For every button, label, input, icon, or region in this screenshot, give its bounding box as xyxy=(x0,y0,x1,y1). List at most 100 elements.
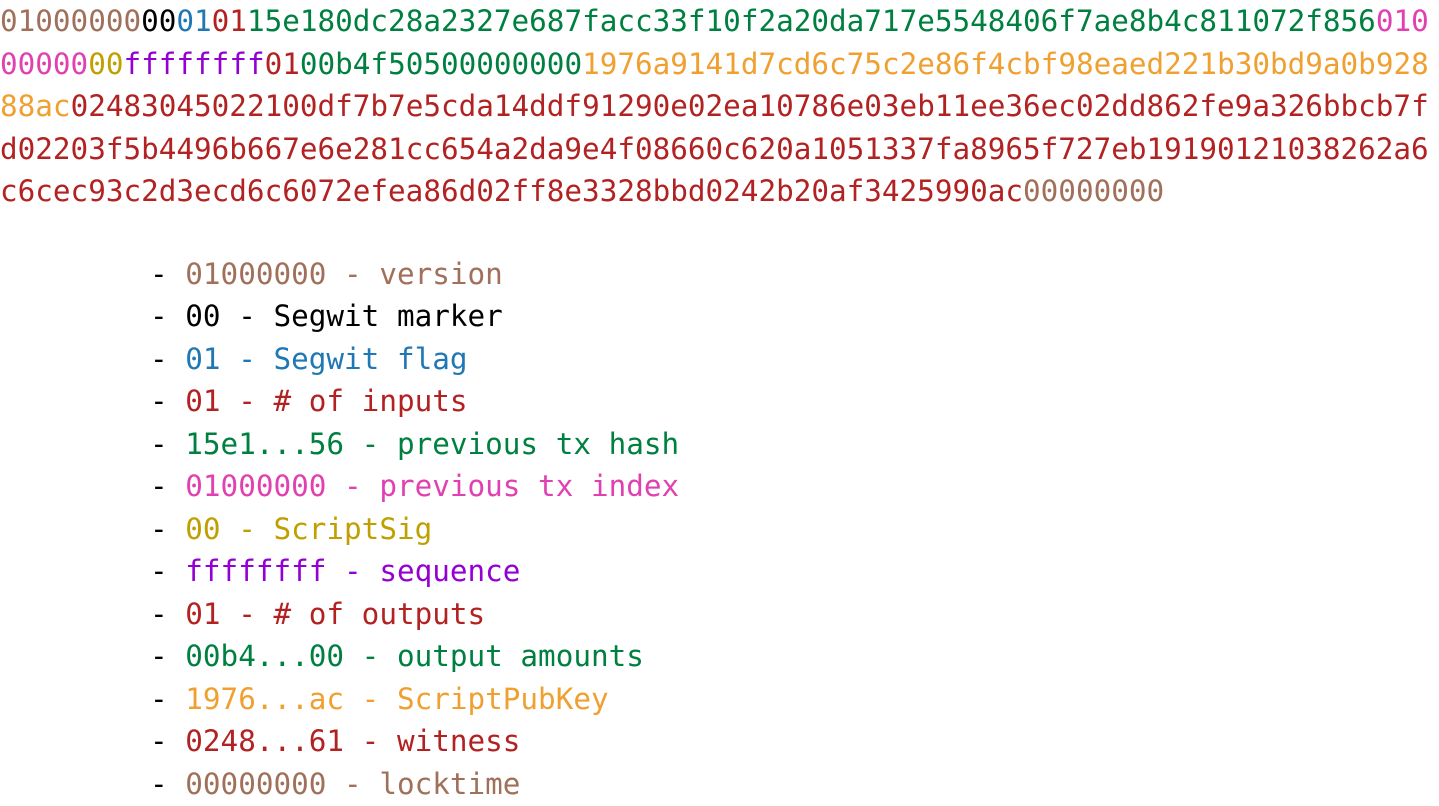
legend-item: - 01 - Segwit flag xyxy=(150,338,679,381)
legend-code: 00000000 xyxy=(185,766,327,801)
legend-item: - 00000000 - locktime xyxy=(150,763,679,806)
legend-label: # of outputs xyxy=(273,596,486,631)
legend-code: ffffffff xyxy=(185,554,327,588)
legend-entry: 01000000 - previous tx index xyxy=(185,469,679,503)
legend-separator: - xyxy=(344,639,397,673)
hex-line: d02203f5b4496b667e6e281cc654a2da9e4f0866… xyxy=(0,128,1439,171)
legend-code: 00 xyxy=(185,511,221,546)
legend-entry: 01 - # of inputs xyxy=(185,384,467,418)
hex-segment: d02203f5b4496b667e6e281cc654a2da9e4f0866… xyxy=(0,131,1429,166)
legend-item: - 01000000 - previous tx index xyxy=(150,465,679,508)
bullet-dash: - xyxy=(150,384,186,418)
hex-segment: 02483045022100df7b7e5cda14ddf91290e02ea1… xyxy=(70,89,1429,123)
hex-segment: 010 xyxy=(1375,4,1429,38)
hex-line: 0100000000010115e180dc28a2327e687facc33f… xyxy=(0,0,1439,43)
legend-separator: - xyxy=(220,596,274,631)
legend-entry: 00b4...00 - output amounts xyxy=(185,639,644,673)
legend-item: - 01 - # of inputs xyxy=(150,380,679,423)
bullet-dash: - xyxy=(150,596,186,631)
legend-separator: - xyxy=(220,384,274,418)
legend-entry: 0248...61 - witness xyxy=(185,724,520,758)
legend-label: output amounts xyxy=(396,639,644,673)
bullet-dash: - xyxy=(150,469,186,503)
legend-item: - ffffffff - sequence xyxy=(150,550,679,593)
hex-line: 0000000ffffffff0100b4f505000000001976a91… xyxy=(0,43,1439,86)
hex-segment: 01 xyxy=(176,4,212,38)
legend-separator: - xyxy=(220,341,274,376)
legend-item: - 0248...61 - witness xyxy=(150,720,679,763)
legend-code: 0248...61 xyxy=(185,724,345,758)
bullet-dash: - xyxy=(150,639,186,673)
legend-code: 01 xyxy=(185,384,221,418)
bullet-dash: - xyxy=(150,681,186,716)
legend-label: Segwit flag xyxy=(273,341,468,376)
legend-item: - 00 - ScriptSig xyxy=(150,508,679,551)
legend-separator: - xyxy=(326,554,380,588)
legend-code: 00b4...00 xyxy=(185,639,345,673)
legend-code: 15e1...56 xyxy=(185,426,345,461)
legend-item: - 01000000 - version xyxy=(150,253,679,296)
legend-separator: - xyxy=(220,299,274,333)
legend-separator: - xyxy=(326,469,380,503)
legend-code: 01 xyxy=(185,341,221,376)
hex-segment: 00b4f50500000000 xyxy=(299,46,583,81)
hex-segment: ffffffff xyxy=(123,46,265,81)
legend-label: Segwit marker xyxy=(273,299,503,333)
legend-label: previous tx index xyxy=(379,469,680,503)
hex-segment: 01 xyxy=(264,46,300,81)
legend-entry: 01000000 - version xyxy=(185,257,503,291)
hex-segment: 15e180dc28a2327e687facc33f10f2a20da717e5… xyxy=(246,4,1376,38)
raw-transaction-hex: 0100000000010115e180dc28a2327e687facc33f… xyxy=(0,0,1439,213)
legend-separator: - xyxy=(220,511,274,546)
bullet-dash: - xyxy=(150,554,186,588)
legend-item: - 1976...ac - ScriptPubKey xyxy=(150,678,679,721)
legend-entry: 01 - Segwit flag xyxy=(185,342,467,376)
legend-entry: 15e1...56 - previous tx hash xyxy=(185,427,679,461)
hex-segment: 00000 xyxy=(0,46,89,81)
hex-segment: 1976a9141d7cd6c75c2e86f4cbf98eaed221b30b… xyxy=(582,46,1429,81)
bullet-dash: - xyxy=(150,426,186,461)
legend-item: - 00b4...00 - output amounts xyxy=(150,635,679,678)
hex-segment: c6cec93c2d3ecd6c6072efea86d02ff8e3328bbd… xyxy=(0,174,1024,208)
legend-entry: 00000000 - locktime xyxy=(185,767,520,801)
hex-line: c6cec93c2d3ecd6c6072efea86d02ff8e3328bbd… xyxy=(0,170,1439,213)
legend-entry: ffffffff - sequence xyxy=(185,554,520,588)
field-legend: - 01000000 - version - 00 - Segwit marker… xyxy=(150,253,679,806)
legend-separator: - xyxy=(344,426,397,461)
legend-code: 01000000 xyxy=(185,469,327,503)
bullet-dash: - xyxy=(150,299,186,333)
legend-label: previous tx hash xyxy=(396,426,680,461)
legend-entry: 00 - ScriptSig xyxy=(185,512,432,546)
legend-entry: 1976...ac - ScriptPubKey xyxy=(185,682,608,716)
legend-label: sequence xyxy=(379,554,521,588)
hex-segment: 01000000 xyxy=(0,4,142,38)
legend-item: - 00 - Segwit marker xyxy=(150,295,679,338)
legend-label: # of inputs xyxy=(273,384,468,418)
bullet-dash: - xyxy=(150,256,186,291)
hex-segment: 00 xyxy=(141,4,177,38)
hex-segment: 88ac xyxy=(0,89,71,123)
legend-label: version xyxy=(379,256,503,291)
legend-entry: 01 - # of outputs xyxy=(185,597,485,631)
bullet-dash: - xyxy=(150,724,186,758)
hex-segment: 01 xyxy=(211,4,247,38)
hex-segment: 00 xyxy=(88,46,124,81)
legend-entry: 00 - Segwit marker xyxy=(185,299,503,333)
legend-separator: - xyxy=(344,681,397,716)
legend-separator: - xyxy=(326,256,380,291)
legend-code: 01 xyxy=(185,596,221,631)
legend-item: - 01 - # of outputs xyxy=(150,593,679,636)
hex-segment: 00000000 xyxy=(1023,174,1165,208)
legend-label: ScriptSig xyxy=(273,511,433,546)
bullet-dash: - xyxy=(150,766,186,801)
bullet-dash: - xyxy=(150,511,186,546)
legend-label: locktime xyxy=(379,766,521,801)
legend-code: 1976...ac xyxy=(185,681,345,716)
legend-code: 00 xyxy=(185,299,221,333)
legend-item: - 15e1...56 - previous tx hash xyxy=(150,423,679,466)
legend-separator: - xyxy=(326,766,380,801)
legend-code: 01000000 xyxy=(185,256,327,291)
hex-line: 88ac02483045022100df7b7e5cda14ddf91290e0… xyxy=(0,85,1439,128)
legend-label: ScriptPubKey xyxy=(396,681,609,716)
legend-label: witness xyxy=(396,724,521,758)
